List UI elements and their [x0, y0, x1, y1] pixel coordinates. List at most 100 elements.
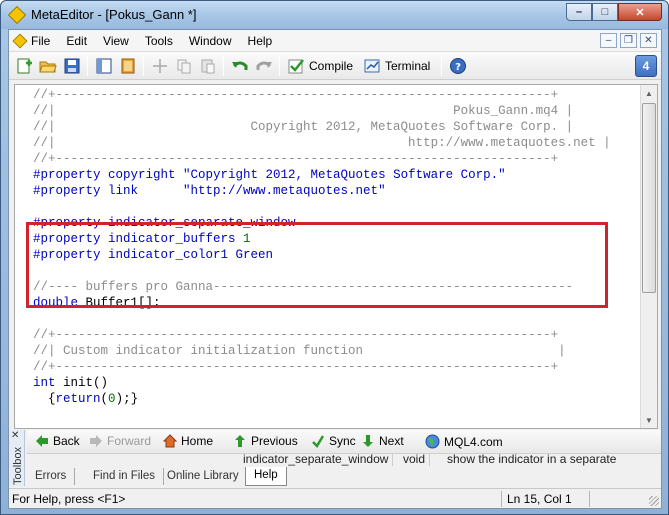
dictionary-button[interactable] — [119, 56, 137, 76]
sync-button[interactable]: Sync — [311, 434, 356, 448]
tab-online-library[interactable]: Online Library — [159, 468, 248, 485]
back-label: Back — [53, 434, 80, 448]
maximize-button[interactable]: □ — [592, 3, 618, 21]
code-line[interactable]: int init() — [33, 375, 611, 391]
code-line[interactable]: //+-------------------------------------… — [33, 359, 611, 375]
open-file-button[interactable] — [39, 56, 57, 76]
mdi-close-button[interactable]: ✕ — [640, 33, 657, 48]
copy-icon — [177, 59, 191, 74]
code-token: );} — [115, 392, 139, 406]
menu-tools[interactable]: Tools — [145, 34, 173, 48]
code-token: //| http://www.metaquotes.net | — [33, 136, 611, 150]
scissors-icon — [153, 59, 167, 73]
forward-label: Forward — [107, 434, 152, 448]
toolbox-close-icon[interactable]: ✕ — [11, 430, 19, 441]
code-line[interactable]: //+-------------------------------------… — [33, 87, 611, 103]
menu-window[interactable]: Window — [189, 34, 232, 48]
menu-file[interactable]: File — [31, 34, 50, 48]
terminal-button[interactable]: Terminal — [363, 56, 430, 76]
help-question-icon: ? — [450, 58, 466, 74]
vertical-scrollbar[interactable]: ▲ ▼ — [640, 85, 657, 428]
mdi-minimize-button[interactable]: – — [600, 33, 617, 48]
code-line[interactable]: //+-------------------------------------… — [33, 327, 611, 343]
home-button[interactable]: Home — [163, 434, 213, 448]
cut-button[interactable] — [151, 56, 169, 76]
new-file-button[interactable] — [15, 56, 33, 76]
folder-open-icon — [39, 61, 57, 73]
back-button[interactable]: Back — [35, 434, 80, 448]
mql4-label: MQL4.com — [444, 434, 503, 449]
navigator-toggle-button[interactable] — [95, 56, 113, 76]
previous-arrow-icon — [235, 435, 245, 447]
resize-grip[interactable] — [649, 496, 659, 506]
minimize-button[interactable]: – — [566, 3, 592, 21]
tab-help[interactable]: Help — [245, 467, 287, 486]
previous-button[interactable]: Previous — [233, 434, 298, 448]
title-bar[interactable]: MetaEditor - [Pokus_Gann *] – □ ✕ — [1, 1, 668, 29]
menu-edit[interactable]: Edit — [66, 34, 87, 48]
toolbox-tabs: Errors Find in Files Online Library Help — [27, 467, 661, 486]
code-line[interactable]: //| Pokus_Gann.mq4 | — [33, 103, 611, 119]
help-item-description: show the indicator in a separate — [447, 454, 617, 466]
scroll-thumb[interactable] — [642, 103, 656, 293]
code-token: //| Pokus_Gann.mq4 | — [33, 104, 574, 118]
compile-button[interactable]: Compile — [287, 56, 353, 76]
code-line[interactable]: {return(0);} — [33, 391, 611, 407]
mdi-restore-button[interactable]: ❐ — [620, 33, 637, 48]
mql4-link-button[interactable]: MQL4.com — [425, 434, 503, 449]
code-editor[interactable]: //+-------------------------------------… — [14, 84, 658, 429]
sync-icon — [312, 435, 325, 448]
code-token: //| Copyright 2012, MetaQuotes Software … — [33, 120, 574, 134]
metaeditor-window: MetaEditor - [Pokus_Gann *] – □ ✕ File E… — [0, 0, 669, 515]
code-line[interactable]: #property link "http://www.metaquotes.ne… — [33, 183, 611, 199]
save-button[interactable] — [63, 56, 81, 76]
menu-help[interactable]: Help — [248, 34, 273, 48]
code-token: //+-------------------------------------… — [33, 152, 559, 166]
compile-label: Compile — [309, 59, 354, 73]
scroll-down-arrow-icon[interactable]: ▼ — [641, 412, 657, 428]
paste-icon — [201, 59, 215, 74]
book-icon — [121, 58, 135, 74]
help-item-name: indicator_separate_window — [239, 454, 394, 466]
code-token: "http://www.metaquotes.net" — [183, 184, 386, 198]
code-token: ( — [100, 392, 109, 406]
code-line[interactable]: //| http://www.metaquotes.net | — [33, 135, 611, 151]
menu-bar: File Edit View Tools Window Help – ❐ ✕ — [9, 30, 661, 52]
document-icon[interactable] — [12, 33, 28, 49]
code-token: //+-------------------------------------… — [33, 328, 559, 342]
code-token: #property copyright — [33, 168, 184, 182]
next-button[interactable]: Next — [361, 434, 404, 448]
code-token: //+-------------------------------------… — [33, 88, 559, 102]
undo-button[interactable] — [231, 56, 249, 76]
code-line[interactable] — [33, 311, 611, 327]
new-file-icon — [17, 58, 32, 74]
code-line[interactable]: //| Custom indicator initialization func… — [33, 343, 611, 359]
svg-text:?: ? — [455, 62, 461, 73]
code-token: "Copyright 2012, MetaQuotes Software Cor… — [183, 168, 506, 182]
redo-button[interactable] — [255, 56, 273, 76]
close-button[interactable]: ✕ — [618, 3, 662, 21]
metaeditor-app-icon — [7, 5, 27, 25]
scroll-up-arrow-icon[interactable]: ▲ — [641, 85, 657, 101]
globe-icon — [425, 434, 440, 449]
menu-view[interactable]: View — [103, 34, 129, 48]
code-token: init() — [63, 376, 109, 390]
help-results-row[interactable]: indicator_separate_window void show the … — [239, 454, 661, 468]
paste-button[interactable] — [199, 56, 217, 76]
copy-button[interactable] — [175, 56, 193, 76]
forward-button[interactable]: Forward — [89, 434, 151, 448]
notification-badge[interactable]: 4 — [635, 55, 657, 77]
help-button[interactable]: ? — [449, 56, 467, 76]
redo-arrow-icon — [256, 61, 272, 70]
home-label: Home — [181, 434, 214, 448]
code-line[interactable]: #property copyright "Copyright 2012, Met… — [33, 167, 611, 183]
code-line[interactable] — [33, 199, 611, 215]
save-disk-icon — [64, 58, 80, 74]
code-token: #property link — [33, 184, 184, 198]
code-line[interactable]: //+-------------------------------------… — [33, 151, 611, 167]
tab-find-in-files[interactable]: Find in Files — [85, 468, 164, 485]
toolbox-sidebar: ✕ Toolbox — [9, 430, 25, 486]
tab-errors[interactable]: Errors — [27, 468, 76, 485]
code-line[interactable]: //| Copyright 2012, MetaQuotes Software … — [33, 119, 611, 135]
cursor-position: Ln 15, Col 1 — [507, 492, 572, 506]
